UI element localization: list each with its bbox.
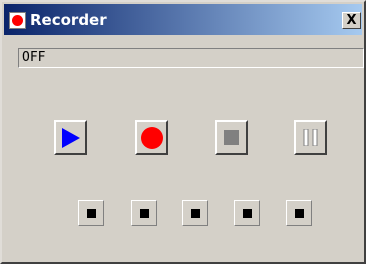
pause-button[interactable] [294, 120, 327, 155]
play-icon [61, 127, 80, 148]
indicator-square-icon [86, 208, 96, 218]
red-dot-icon [12, 15, 23, 26]
indicator-1[interactable] [78, 200, 104, 226]
indicator-square-icon [190, 208, 200, 218]
play-button[interactable] [54, 120, 87, 155]
app-icon[interactable] [9, 12, 26, 29]
record-icon [140, 126, 163, 149]
stop-button[interactable] [215, 120, 248, 155]
pause-icon [303, 129, 318, 146]
stop-icon [224, 130, 239, 145]
indicator-square-icon [242, 208, 252, 218]
indicator-3[interactable] [182, 200, 208, 226]
indicator-4[interactable] [234, 200, 260, 226]
recorder-window: Recorder X OFF [0, 0, 366, 264]
indicator-5[interactable] [286, 200, 312, 226]
record-button[interactable] [135, 120, 168, 155]
title-bar[interactable]: Recorder X [4, 4, 362, 35]
status-display: OFF [18, 48, 364, 68]
window-title: Recorder [30, 11, 107, 29]
indicator-square-icon [294, 208, 304, 218]
close-button[interactable]: X [342, 12, 361, 29]
indicator-2[interactable] [131, 200, 157, 226]
indicator-square-icon [139, 208, 149, 218]
